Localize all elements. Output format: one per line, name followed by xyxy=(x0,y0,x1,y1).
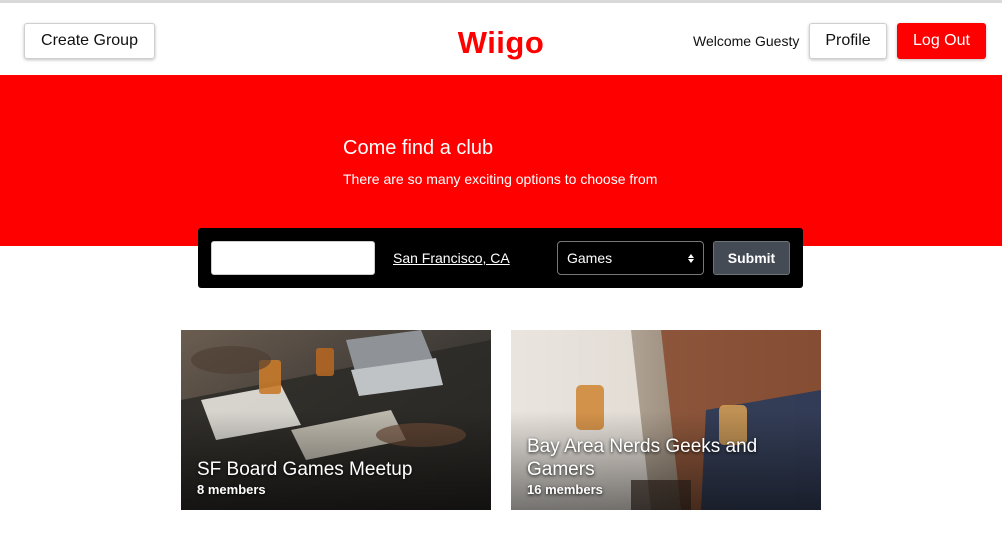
top-navbar: Create Group Wiigo Welcome Guesty Profil… xyxy=(0,3,1002,75)
logout-button[interactable]: Log Out xyxy=(897,23,986,59)
group-name: SF Board Games Meetup xyxy=(197,459,413,480)
submit-button[interactable]: Submit xyxy=(713,241,790,275)
group-card-caption: SF Board Games Meetup 8 members xyxy=(197,458,477,497)
group-member-count: 8 members xyxy=(197,482,266,497)
select-arrows-icon xyxy=(688,253,694,263)
search-input[interactable] xyxy=(211,241,375,275)
category-select-value: Games xyxy=(567,250,613,266)
create-group-button[interactable]: Create Group xyxy=(24,23,155,59)
group-card-caption: Bay Area Nerds Geeks and Gamers 16 membe… xyxy=(527,435,807,497)
location-link[interactable]: San Francisco, CA xyxy=(393,250,510,266)
hero-title: Come find a club xyxy=(343,137,494,159)
group-card-bay-area-nerds[interactable]: Bay Area Nerds Geeks and Gamers 16 membe… xyxy=(511,330,821,510)
brand-logo[interactable]: Wiigo xyxy=(458,25,545,60)
category-select[interactable]: Games xyxy=(557,241,704,275)
profile-button[interactable]: Profile xyxy=(809,23,887,59)
group-name: Bay Area Nerds Geeks and Gamers xyxy=(527,436,758,480)
hero-banner: Come find a club There are so many excit… xyxy=(0,75,1002,246)
hero-subtitle: There are so many exciting options to ch… xyxy=(343,171,658,187)
search-bar: San Francisco, CA Games Submit xyxy=(198,228,803,288)
welcome-text: Welcome Guesty xyxy=(693,33,800,49)
group-member-count: 16 members xyxy=(527,482,603,497)
group-card-sf-board-games[interactable]: SF Board Games Meetup 8 members xyxy=(181,330,491,510)
